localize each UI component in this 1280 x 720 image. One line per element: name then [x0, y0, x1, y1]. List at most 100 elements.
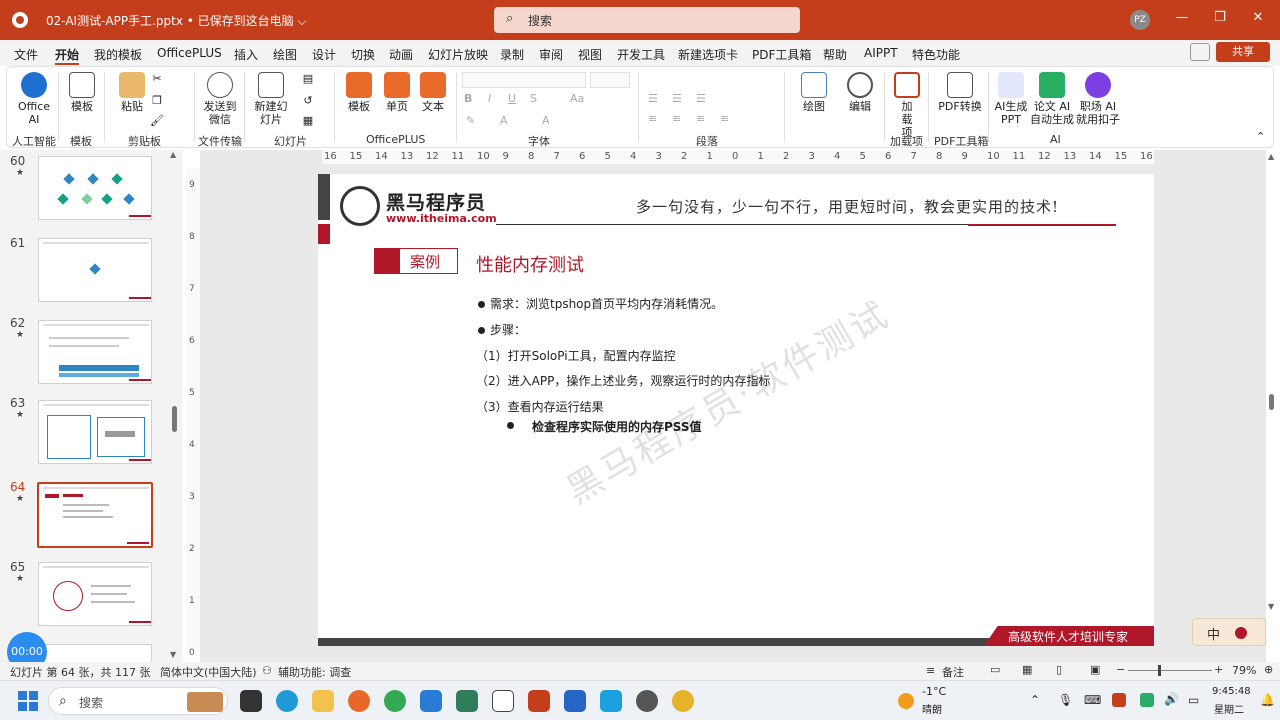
collapse-ribbon-icon[interactable]: ⌃ [1256, 130, 1265, 143]
snipping-icon[interactable] [420, 690, 442, 712]
menu-design[interactable]: 设计 [312, 46, 336, 63]
clock-day[interactable]: 星期二 [1214, 701, 1244, 716]
edit-button[interactable]: 编辑 [844, 72, 876, 113]
align-right-icon[interactable]: ≡ [696, 112, 705, 125]
font-color-icon[interactable]: A [500, 114, 508, 127]
microphone-icon[interactable]: 🎙 [1058, 693, 1073, 707]
job-ai-button[interactable]: 职场 AI 就用扣子 [1076, 72, 1120, 126]
menu-new-tab[interactable]: 新建选项卡 [678, 46, 738, 63]
zoom-slider-thumb[interactable] [1158, 665, 1161, 676]
template-button[interactable]: 模板 [66, 72, 98, 113]
restore-icon[interactable]: ❐ [1210, 10, 1230, 30]
weather-temp[interactable]: -1°C [922, 685, 946, 698]
close-icon[interactable]: ✕ [1248, 10, 1268, 30]
italic-icon[interactable]: I [488, 92, 491, 105]
user-avatar[interactable]: PZ [1130, 10, 1150, 30]
share-button[interactable]: 共享 [1216, 42, 1270, 62]
copy-icon[interactable]: ❐ [150, 94, 164, 107]
language-status[interactable]: 简体中文(中国大陆) [160, 664, 257, 680]
accessibility-status[interactable]: 辅助功能: 调查 [278, 664, 351, 680]
menu-help[interactable]: 帮助 [823, 46, 847, 63]
current-slide[interactable]: 黑马程序员 www.itheima.com 多一句没有，少一句不行，用更短时间，… [318, 174, 1154, 646]
menu-special[interactable]: 特色功能 [912, 46, 960, 63]
text-button[interactable]: 文本 [418, 72, 448, 113]
slide-thumbnail-63[interactable] [38, 400, 152, 464]
powerpoint-taskbar-icon[interactable] [528, 690, 550, 712]
edge-icon[interactable] [276, 690, 298, 712]
firefox-icon[interactable] [348, 690, 370, 712]
paste-button[interactable]: 粘贴 [114, 72, 150, 113]
slide-thumbnail-64-selected[interactable] [37, 482, 153, 548]
slide-thumbnail-62[interactable] [38, 320, 152, 384]
menu-slideshow[interactable]: 幻灯片放映 [428, 46, 488, 63]
monitor-icon[interactable] [600, 690, 622, 712]
scroll-up-icon[interactable]: ▲ [170, 150, 176, 159]
notification-icon[interactable]: 🔔 [1260, 693, 1275, 707]
network-icon[interactable]: ▭ [1188, 693, 1199, 707]
paper-ai-button[interactable]: 论文 AI 自动生成 [1030, 72, 1074, 126]
wechat-tray-icon[interactable] [1140, 693, 1154, 707]
document-title[interactable]: 02-AI测试-APP手工.pptx • 已保存到这台电脑 ⌵ [46, 12, 307, 29]
cut-icon[interactable]: ✂ [150, 72, 164, 85]
menu-my-templates[interactable]: 我的模板 [94, 46, 142, 63]
slide-thumbnail-61[interactable] [38, 238, 152, 302]
menu-transitions[interactable]: 切换 [351, 46, 375, 63]
chrome-icon[interactable] [384, 690, 406, 712]
typora-icon[interactable] [492, 690, 514, 712]
slide-thumbnail-66-partial[interactable] [38, 644, 152, 662]
search-box[interactable]: ⌕ 搜索 [494, 7, 800, 33]
grow-font-icon[interactable]: A [542, 114, 550, 127]
slide-sorter-icon[interactable]: ▦ [1022, 663, 1032, 676]
minimize-icon[interactable]: — [1172, 10, 1192, 30]
scroll-down-icon[interactable]: ▼ [1268, 602, 1274, 611]
op-template-button[interactable]: 模板 [344, 72, 374, 113]
align-center-icon[interactable]: ≡ [672, 112, 681, 125]
menu-insert[interactable]: 插入 [234, 46, 258, 63]
pdf-convert-button[interactable]: PDF转换 [938, 72, 982, 113]
zoom-level[interactable]: 79% [1232, 664, 1256, 677]
menu-animations[interactable]: 动画 [389, 46, 413, 63]
app-icon[interactable] [456, 690, 478, 712]
indent-icon[interactable]: ☰ [696, 92, 706, 105]
bullets-icon[interactable]: ☰ [648, 92, 658, 105]
reset-icon[interactable]: ↺ [296, 94, 320, 107]
layout-icon[interactable]: ▤ [296, 72, 320, 85]
menu-review[interactable]: 审阅 [539, 46, 563, 63]
ime-toolbar[interactable]: 中 [1192, 618, 1266, 646]
menu-record[interactable]: 录制 [500, 46, 524, 63]
bold-icon[interactable]: B [464, 92, 472, 105]
slide-thumbnail-60[interactable] [38, 156, 152, 220]
zoom-slider[interactable] [1128, 670, 1212, 671]
slideshow-view-icon[interactable]: ▣ [1090, 663, 1100, 676]
menu-aippt[interactable]: AIPPT [864, 46, 898, 60]
task-view-icon[interactable] [240, 690, 262, 712]
menu-draw[interactable]: 绘图 [273, 46, 297, 63]
menu-home[interactable]: 开始 [55, 46, 80, 65]
volume-icon[interactable]: 🔊 [1164, 692, 1179, 706]
notes-button[interactable]: 备注 [942, 664, 964, 680]
canvas-scrollbar[interactable] [1269, 394, 1274, 410]
font-name-select[interactable] [462, 72, 586, 88]
file-explorer-icon[interactable] [312, 690, 334, 712]
chat-icon[interactable] [564, 690, 586, 712]
comments-icon[interactable] [1190, 43, 1210, 61]
weather-desc[interactable]: 晴朗 [922, 701, 942, 716]
scroll-up-icon[interactable]: ▲ [1268, 152, 1274, 161]
strike-icon[interactable]: S [530, 92, 537, 105]
justify-icon[interactable]: ≡ [720, 112, 729, 125]
format-painter-icon[interactable]: 🖌 [150, 114, 164, 127]
menu-officeplus[interactable]: OfficePLUS [157, 46, 222, 60]
new-slide-button[interactable]: 新建幻灯片 [252, 72, 290, 126]
app-logo-icon[interactable] [12, 12, 28, 28]
clock-app-icon[interactable] [636, 690, 658, 712]
highlight-icon[interactable]: ✎ [466, 114, 475, 127]
start-icon[interactable] [18, 691, 38, 711]
office-ai-button[interactable]: Office AI [14, 72, 54, 126]
font-size-select[interactable] [590, 72, 630, 88]
menu-developer[interactable]: 开发工具 [617, 46, 665, 63]
menu-pdf-toolbox[interactable]: PDF工具箱 [752, 46, 811, 63]
slide-thumbnail-65[interactable] [38, 562, 152, 626]
section-icon[interactable]: ▦ [296, 114, 320, 127]
taskbar-search[interactable]: ⌕ 搜索 [48, 687, 228, 715]
single-page-button[interactable]: 单页 [382, 72, 412, 113]
